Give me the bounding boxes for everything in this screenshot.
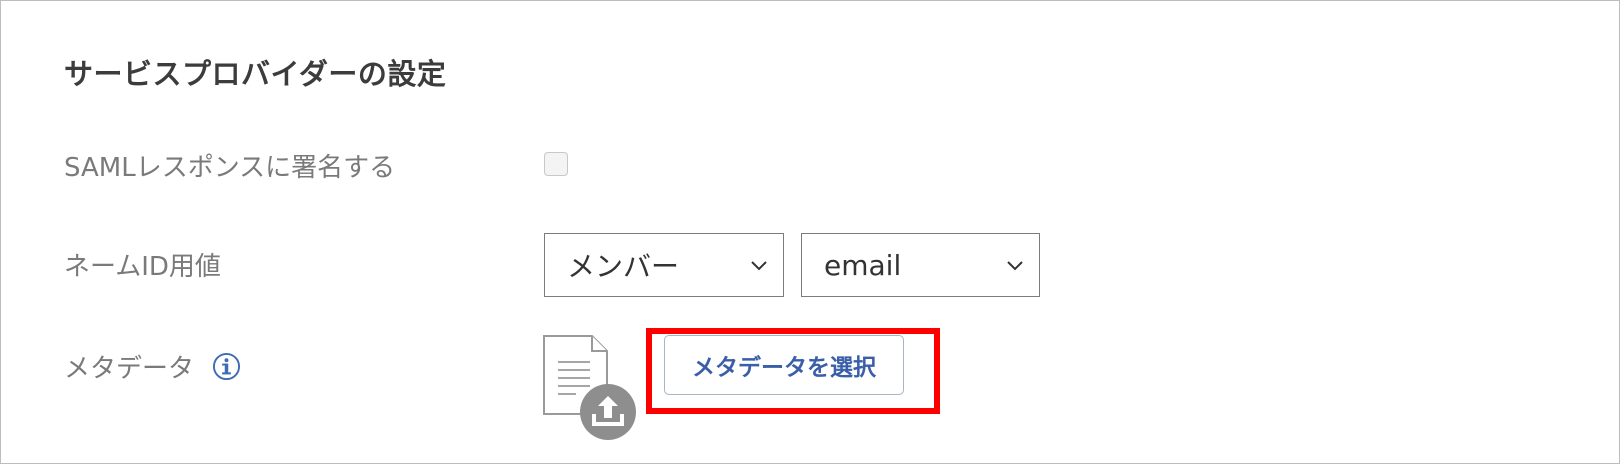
- name-id-attribute-select[interactable]: email: [801, 233, 1040, 297]
- saml-sign-label: SAMLレスポンスに署名する: [64, 153, 396, 183]
- metadata-label: メタデータ: [64, 354, 195, 384]
- section-title: サービスプロバイダーの設定: [64, 57, 447, 91]
- name-id-source-select[interactable]: メンバー: [544, 233, 784, 297]
- name-id-attribute-value: email: [824, 248, 902, 282]
- name-id-label: ネームID用値: [64, 252, 221, 282]
- select-metadata-button[interactable]: メタデータを選択: [664, 335, 904, 395]
- chevron-down-icon: [1007, 261, 1023, 271]
- name-id-source-value: メンバー: [567, 250, 680, 283]
- metadata-label-group: メタデータ: [64, 348, 241, 385]
- saml-sign-checkbox[interactable]: [544, 152, 568, 176]
- document-upload-icon[interactable]: [542, 334, 642, 444]
- chevron-down-icon: [751, 261, 767, 271]
- info-icon[interactable]: [212, 352, 241, 381]
- settings-panel: サービスプロバイダーの設定 SAMLレスポンスに署名する ネームID用値 メンバ…: [0, 0, 1620, 464]
